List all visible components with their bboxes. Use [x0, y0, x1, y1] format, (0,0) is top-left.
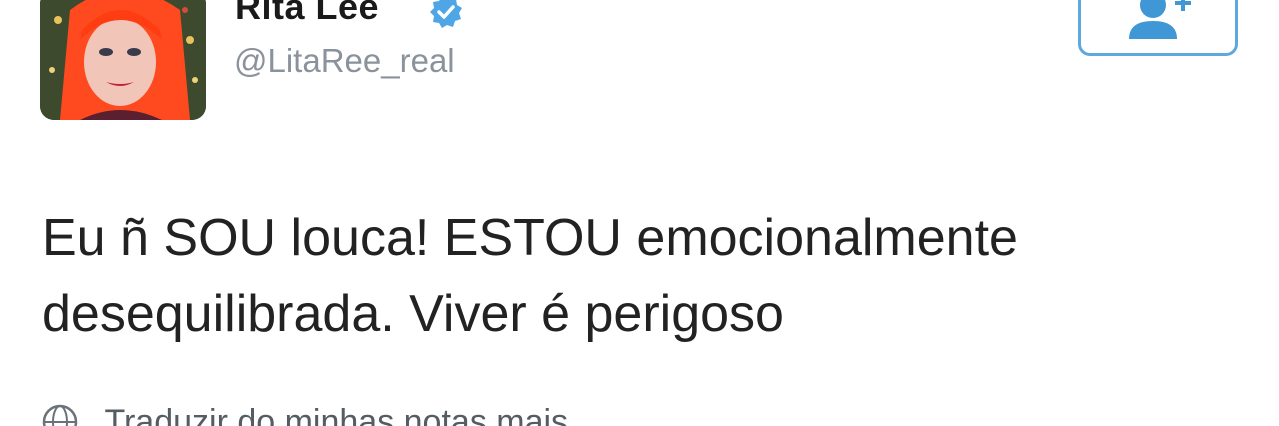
add-user-icon [1129, 0, 1191, 39]
tweet-text-line: Eu ñ SOU louca! ESTOU emocionalmente [42, 209, 1018, 267]
verified-badge-icon [430, 0, 462, 28]
avatar-photo [40, 0, 206, 120]
display-name[interactable]: Rita Lee [235, 0, 379, 28]
user-handle[interactable]: @LitaRee_real [234, 42, 455, 80]
tweet-text-line: desequilibrada. Viver é perigoso [42, 285, 784, 343]
translate-label[interactable]: Traduzir do minhas notas mais [104, 404, 568, 426]
avatar[interactable] [40, 0, 206, 120]
translate-link[interactable]: Traduzir do minhas notas mais [42, 404, 568, 426]
tweet-text: Eu ñ SOU louca! ESTOU emocionalmente des… [42, 200, 1252, 352]
globe-icon [42, 404, 78, 426]
follow-button[interactable] [1078, 0, 1238, 56]
tweet-card: Rita Lee @LitaRee_real Eu ñ SOU louca! E… [0, 0, 1279, 426]
